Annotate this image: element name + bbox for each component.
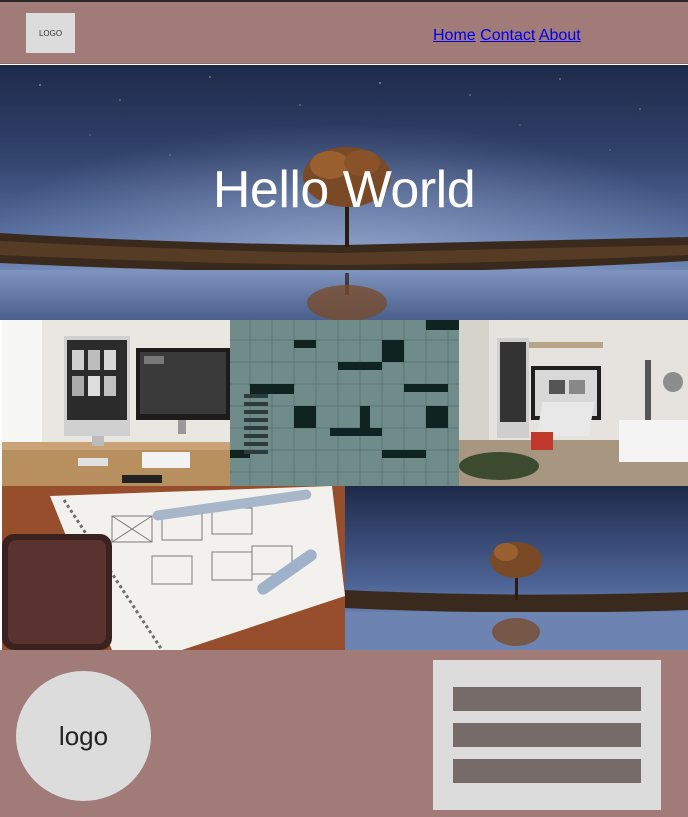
tiled-facade-icon	[230, 320, 459, 486]
footer-link-bar[interactable]	[453, 759, 641, 783]
main-nav: Home Contact About	[433, 27, 633, 44]
office-laptop-icon	[459, 320, 688, 486]
desk-computer-icon	[2, 320, 230, 486]
gallery-row-1	[2, 320, 688, 486]
site-footer: logo	[0, 650, 688, 817]
tree-lake-icon	[345, 486, 688, 650]
footer-link-panel	[433, 660, 661, 810]
footer-link-bar[interactable]	[453, 687, 641, 711]
header-logo[interactable]: LOGO	[26, 13, 75, 53]
site-header: LOGO Home Contact About	[0, 2, 688, 64]
nav-about-link[interactable]: About	[539, 27, 581, 44]
gallery-row-2	[2, 486, 688, 650]
hero-banner: Hello World	[0, 65, 688, 320]
desk-computer-photo[interactable]	[2, 320, 230, 486]
footer-logo[interactable]: logo	[16, 671, 151, 801]
tiled-building-photo[interactable]	[230, 320, 459, 486]
nav-home-link[interactable]: Home	[433, 27, 476, 44]
sketch-notebook-icon	[2, 486, 345, 650]
office-desk-photo[interactable]	[459, 320, 688, 486]
nav-contact-link[interactable]: Contact	[480, 27, 535, 44]
footer-link-bar[interactable]	[453, 723, 641, 747]
hero-title: Hello World	[212, 161, 476, 219]
wireframe-sketch-photo[interactable]	[2, 486, 345, 650]
tree-reflection-photo[interactable]	[345, 486, 688, 650]
